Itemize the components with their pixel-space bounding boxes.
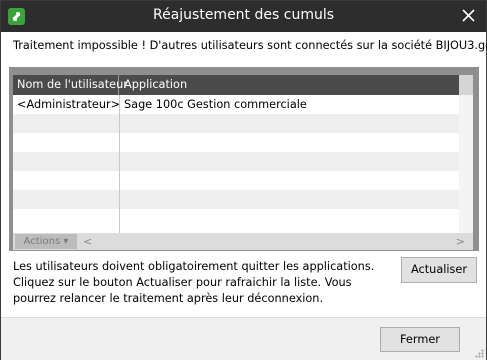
- scroll-left-icon[interactable]: <: [83, 235, 92, 248]
- empty-row: [13, 209, 459, 228]
- users-list: Nom de l'utilisateur Application <Admini…: [13, 75, 473, 238]
- dialog-window: Réajustement des cumuls Traitement impos…: [0, 0, 487, 360]
- list-header: Nom de l'utilisateur Application: [13, 75, 473, 95]
- scrollbar-top[interactable]: [459, 75, 473, 95]
- empty-row: [13, 114, 459, 133]
- resize-grip-icon[interactable]: [475, 349, 484, 358]
- column-divider: [119, 95, 120, 238]
- bottom-bar: Fermer: [1, 317, 486, 360]
- vertical-scrollbar[interactable]: [459, 95, 473, 238]
- refresh-button[interactable]: Actualiser: [401, 257, 477, 283]
- table-row[interactable]: <Administrateur> Sage 100c Gestion comme…: [13, 95, 459, 114]
- empty-row: [13, 190, 459, 209]
- list-footer: Actions ▾ < >: [13, 233, 473, 250]
- cell-user: <Administrateur>: [17, 98, 121, 111]
- empty-row: [13, 133, 459, 152]
- scroll-right-icon[interactable]: >: [456, 235, 465, 248]
- close-window-button[interactable]: [456, 4, 480, 28]
- window-title: Réajustement des cumuls: [152, 7, 335, 23]
- dropdown-arrow-icon: ▾: [63, 236, 69, 247]
- empty-row: [13, 171, 459, 190]
- column-header-user[interactable]: Nom de l'utilisateur: [13, 75, 128, 95]
- users-list-panel: Nom de l'utilisateur Application <Admini…: [9, 67, 479, 251]
- error-message: Traitement impossible ! D'autres utilisa…: [13, 39, 487, 52]
- close-icon: [461, 9, 475, 22]
- info-text: Les utilisateurs doivent obligatoirement…: [13, 260, 375, 305]
- cell-application: Sage 100c Gestion commerciale: [124, 98, 307, 111]
- actions-label: Actions: [23, 236, 61, 247]
- actions-dropdown[interactable]: Actions ▾: [15, 234, 77, 249]
- title-bar: Réajustement des cumuls: [1, 1, 486, 32]
- close-button[interactable]: Fermer: [380, 327, 460, 352]
- empty-row: [13, 152, 459, 171]
